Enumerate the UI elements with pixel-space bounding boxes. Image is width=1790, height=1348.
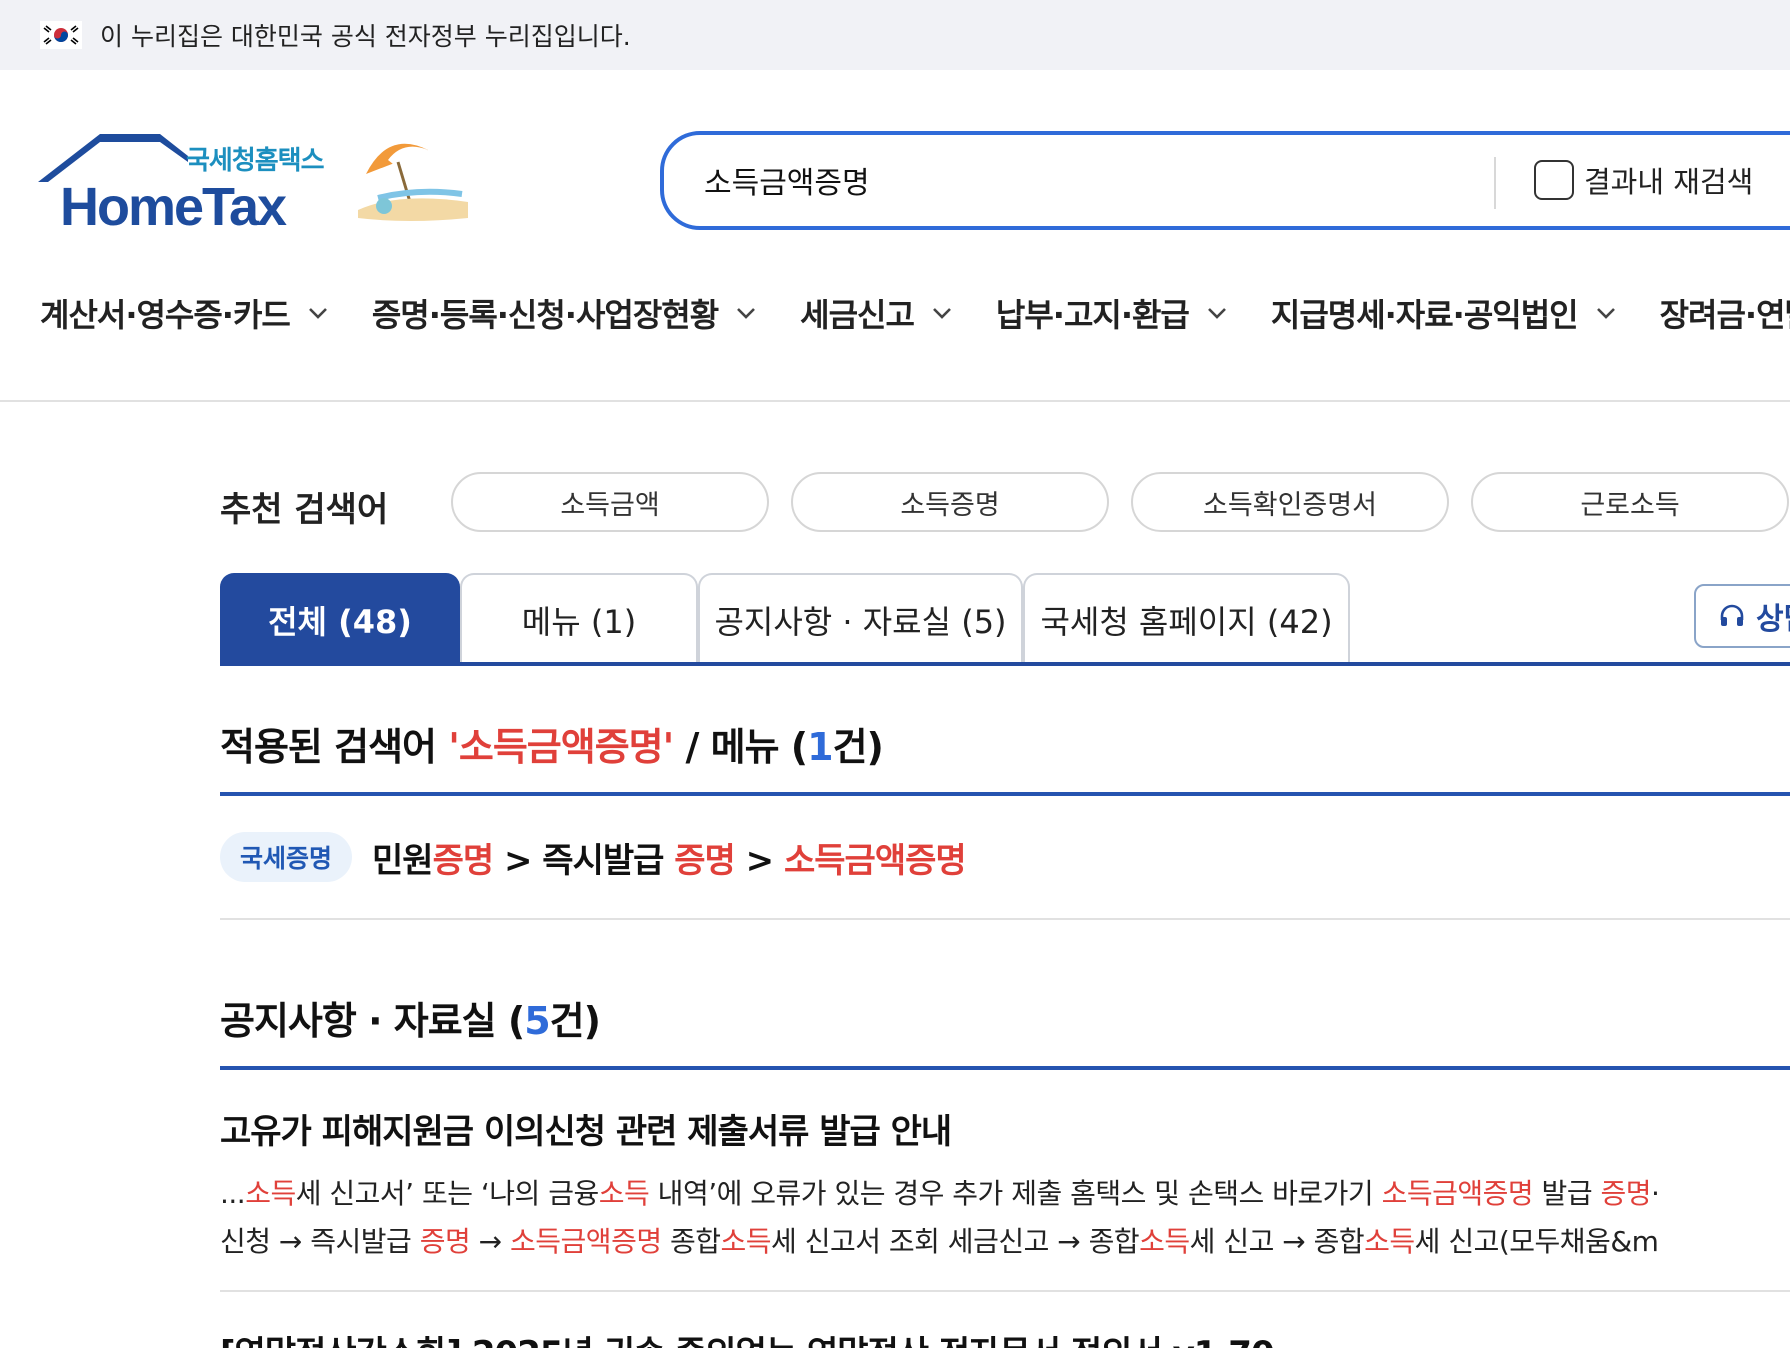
nav-item-certificate[interactable]: 증명·등록·신청·사업장현황: [372, 290, 760, 336]
snippet-highlight: 소득: [245, 1177, 296, 1210]
suggestion-chip[interactable]: 소득증명: [791, 472, 1109, 532]
recheck-checkbox[interactable]: [1534, 160, 1574, 200]
applied-count: 1: [807, 725, 833, 769]
snippet-text: 내역’에 오류가 있는 경우 추가 제출 홈택스 및 손택스 바로가기: [649, 1177, 1382, 1210]
beach-umbrella-icon: [358, 143, 468, 221]
snippet-highlight: 소득: [1364, 1225, 1415, 1258]
nav-label: 계산서·영수증·카드: [40, 296, 291, 334]
snippet-text: 세 신고서’ 또는 ‘나의 금융: [295, 1177, 600, 1210]
path-segment: >: [734, 840, 784, 881]
notice-title[interactable]: [연말정산간소화] 2025년 귀속 중의없는 연말정산 전자문서 정의서 v1…: [220, 1326, 1275, 1348]
nav-item-incentive[interactable]: 장려금·연말정: [1660, 290, 1790, 336]
gov-banner: 이 누리집은 대한민국 공식 전자정부 누리집입니다.: [0, 0, 1790, 70]
consult-label: 상담: [1756, 602, 1790, 637]
nav-label: 세금신고: [800, 296, 915, 334]
recheck-label: 결과내 재검색: [1584, 165, 1754, 199]
path-segment-highlight: 증명: [432, 840, 495, 881]
hometax-logo[interactable]: 국세청홈택스 HomeTax: [38, 132, 468, 237]
applied-search-heading: 적용된 검색어 '소득금액증명' / 메뉴 (1건): [220, 716, 884, 771]
path-segment: 민원: [372, 840, 434, 881]
snippet-text: ...: [220, 1177, 246, 1210]
tab-nts-homepage[interactable]: 국세청 홈페이지 (42): [1023, 573, 1350, 665]
snippet-highlight: 소득금액증명: [1381, 1177, 1534, 1210]
chevron-down-icon: [1207, 308, 1226, 319]
nav-label: 증명·등록·신청·사업장현황: [371, 296, 719, 334]
nav-label: 장려금·연말정: [1659, 296, 1790, 334]
chevron-down-icon: [737, 308, 756, 319]
nav-divider: [0, 400, 1790, 402]
notice-snippet-line: 신청 → 즉시발급 증명 → 소득금액증명 종합소득세 신고서 조회 세금신고 …: [220, 1220, 1659, 1260]
suggestion-title: 추천 검색어: [220, 490, 389, 530]
snippet-text: 세 신고(모두채움&m: [1414, 1225, 1659, 1258]
path-segment-highlight: 소득금액증명: [784, 840, 967, 881]
menu-path[interactable]: 민원증명 > 즉시발급 증명 > 소득금액증명: [372, 833, 967, 882]
snippet-text: 세 신고서 조회 세금신고 → 종합: [771, 1225, 1140, 1258]
applied-middle: / 메뉴 (: [673, 725, 808, 769]
snippet-highlight: 소득: [598, 1177, 650, 1210]
search-box: 결과내 재검색: [660, 131, 1790, 230]
headset-icon: [1720, 604, 1744, 626]
menu-category-badge: 국세증명: [220, 832, 353, 882]
recheck-toggle[interactable]: 결과내 재검색: [1534, 159, 1753, 201]
row-divider: [220, 1290, 1790, 1292]
tab-underline: [220, 662, 1790, 666]
snippet-text: →: [470, 1225, 511, 1258]
notice-suffix: 건): [549, 999, 601, 1043]
snippet-text: 신청 → 즉시발급: [220, 1225, 420, 1258]
applied-suffix: 건): [832, 725, 884, 769]
main-nav: 계산서·영수증·카드 증명·등록·신청·사업장현황 세금신고 납부·고지·환급 …: [40, 290, 1790, 336]
path-segment: > 즉시발급: [493, 840, 675, 881]
snippet-highlight: 소득: [720, 1225, 772, 1258]
consult-button[interactable]: 상담: [1694, 584, 1790, 648]
section-divider: [220, 792, 1790, 796]
applied-keyword: '소득금액증명': [448, 725, 674, 769]
applied-prefix: 적용된 검색어: [220, 725, 449, 769]
snippet-text: 종합: [661, 1225, 721, 1258]
menu-result-row[interactable]: 국세증명 민원증명 > 즉시발급 증명 > 소득금액증명: [220, 832, 967, 882]
snippet-text: 발급: [1533, 1177, 1601, 1210]
path-segment-highlight: 증명: [674, 840, 736, 881]
chevron-down-icon: [1596, 308, 1615, 319]
suggestion-chip[interactable]: 소득금액: [451, 472, 769, 532]
snippet-highlight: 증명: [419, 1225, 471, 1258]
suggestion-chip[interactable]: 근로소득: [1471, 472, 1789, 532]
tab-menu[interactable]: 메뉴 (1): [460, 573, 698, 665]
snippet-highlight: 소득: [1139, 1225, 1190, 1258]
nav-item-tax-report[interactable]: 세금신고: [800, 290, 956, 336]
notice-title[interactable]: 고유가 피해지원금 이의신청 관련 제출서류 발급 안내: [220, 1104, 952, 1153]
chevron-down-icon: [308, 308, 327, 319]
snippet-text: 세 신고 → 종합: [1189, 1225, 1365, 1258]
suggestion-chip[interactable]: 소득확인증명서: [1131, 472, 1449, 532]
nav-item-payment[interactable]: 납부·고지·환급: [996, 290, 1231, 336]
nav-item-payment-statement[interactable]: 지급명세·자료·공익법인: [1271, 290, 1620, 336]
search-divider: [1494, 157, 1496, 209]
section-divider: [220, 1066, 1790, 1070]
notice-snippet-line: ...소득세 신고서’ 또는 ‘나의 금융소득 내역’에 오류가 있는 경우 추…: [220, 1172, 1660, 1212]
search-input[interactable]: [704, 157, 1404, 203]
row-divider: [220, 918, 1790, 920]
chevron-down-icon: [933, 308, 951, 319]
tab-all[interactable]: 전체 (48): [220, 573, 460, 665]
snippet-highlight: 소득금액증명: [510, 1225, 662, 1258]
snippet-text: ·: [1651, 1177, 1660, 1210]
notice-count: 5: [524, 999, 550, 1043]
notice-prefix: 공지사항 · 자료실 (: [220, 999, 525, 1043]
logo-subtitle: 국세청홈택스: [186, 146, 325, 176]
korea-flag-icon: [40, 21, 82, 49]
notice-section-heading: 공지사항 · 자료실 (5건): [220, 990, 601, 1045]
nav-item-invoice[interactable]: 계산서·영수증·카드: [40, 290, 332, 336]
tab-notice[interactable]: 공지사항 · 자료실 (5): [698, 573, 1023, 665]
gov-banner-text: 이 누리집은 대한민국 공식 전자정부 누리집입니다.: [100, 22, 631, 51]
nav-label: 납부·고지·환급: [995, 296, 1190, 334]
snippet-highlight: 증명: [1600, 1177, 1652, 1210]
nav-label: 지급명세·자료·공익법인: [1270, 296, 1579, 334]
logo-title: HomeTax: [60, 177, 287, 237]
